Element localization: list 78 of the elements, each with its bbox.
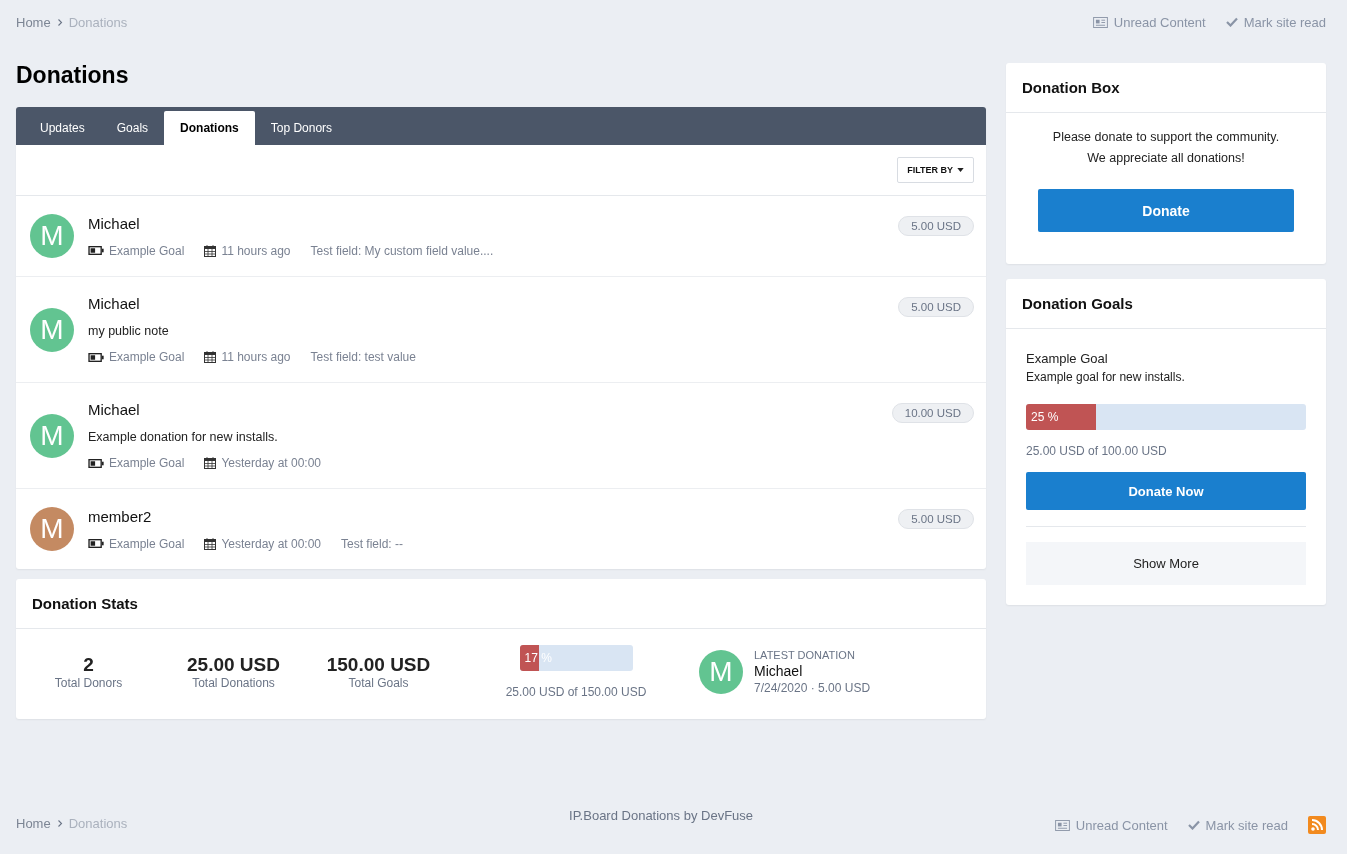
donation-meta: 7/24/2020 · 5.00 USD bbox=[754, 681, 871, 695]
stat-label: Total Donors bbox=[54, 676, 123, 690]
battery-icon bbox=[88, 352, 104, 362]
custom-field: Test field: test value bbox=[310, 350, 416, 364]
avatar: M bbox=[699, 650, 743, 694]
breadcrumb-link[interactable]: Home bbox=[16, 14, 51, 30]
amount-badge: 5.00 USD bbox=[898, 297, 974, 317]
goal-description: Example goal for new installs. bbox=[1026, 370, 1186, 384]
section-title: Donation Box bbox=[1006, 63, 1326, 113]
show-more-button[interactable]: Show More bbox=[1026, 542, 1306, 585]
newspaper-icon bbox=[1092, 16, 1108, 28]
donor-name: member2 bbox=[88, 507, 152, 525]
donation-time: Yesterday at 00:00 bbox=[221, 456, 321, 470]
avatar: M bbox=[30, 214, 74, 258]
caret-icon bbox=[957, 168, 964, 172]
donation-note: Example donation for new installs. bbox=[88, 430, 278, 444]
avatar: M bbox=[30, 413, 74, 458]
amount-badge: 10.00 USD bbox=[891, 403, 974, 423]
goal-label: Example Goal bbox=[109, 243, 185, 258]
stat-value: 2 bbox=[83, 654, 94, 676]
donation-note: my public note bbox=[88, 324, 169, 338]
custom-field: Test field: My custom field value.... bbox=[310, 243, 494, 258]
progress-label: 25 % bbox=[1031, 410, 1059, 424]
goal-label: Example Goal bbox=[109, 456, 185, 470]
footer-link[interactable]: Mark site read bbox=[1187, 817, 1288, 833]
goal-name: Example Goal bbox=[1026, 351, 1109, 366]
tab[interactable]: Updates bbox=[24, 111, 101, 145]
latest-heading: LATEST DONATION bbox=[754, 649, 856, 661]
stat-label: Total Goals bbox=[348, 676, 409, 690]
tab[interactable]: Top Donors bbox=[254, 111, 349, 145]
chevron-icon bbox=[56, 17, 63, 27]
stat-value: 25.00 USD bbox=[187, 654, 280, 676]
donate-message: Please donate to support the community. bbox=[1052, 129, 1280, 146]
progress-caption: 25.00 USD of 100.00 USD bbox=[1026, 444, 1168, 458]
avatar: M bbox=[30, 507, 74, 551]
calendar-icon bbox=[204, 457, 217, 469]
calendar-icon bbox=[204, 351, 217, 363]
donor-name: Michael bbox=[754, 663, 804, 679]
donate-now-button[interactable]: Donate Now bbox=[1026, 472, 1306, 510]
goal-label: Example Goal bbox=[109, 536, 185, 551]
newspaper-icon bbox=[1054, 819, 1070, 831]
donation-time: Yesterday at 00:00 bbox=[221, 536, 321, 551]
battery-icon bbox=[88, 458, 104, 468]
donation-time: 11 hours ago bbox=[221, 243, 291, 258]
chevron-icon bbox=[56, 819, 63, 828]
tab[interactable]: Goals bbox=[100, 111, 165, 145]
header-link[interactable]: Unread Content bbox=[1092, 14, 1206, 30]
page-title: Donations bbox=[16, 62, 130, 89]
donor-name: Michael bbox=[88, 214, 140, 232]
calendar-icon bbox=[204, 537, 217, 550]
checkmark-icon bbox=[1225, 17, 1238, 27]
custom-field: Test field: -- bbox=[341, 536, 404, 551]
progress-caption: 25.00 USD of 150.00 USD bbox=[505, 685, 647, 699]
amount-badge: 5.00 USD bbox=[898, 509, 974, 529]
donation-time: 11 hours ago bbox=[221, 350, 291, 364]
stat-value: 150.00 USD bbox=[326, 654, 431, 676]
donor-name: Michael bbox=[88, 401, 140, 418]
tab[interactable]: Donations bbox=[164, 111, 255, 145]
section-title: Donation Goals bbox=[1006, 279, 1326, 329]
calendar-icon bbox=[204, 244, 217, 257]
donate-message: We appreciate all donations! bbox=[1087, 150, 1245, 167]
breadcrumb-link[interactable]: Home bbox=[16, 816, 51, 831]
filter-button[interactable]: FILTER BY bbox=[897, 157, 974, 183]
footer-credit: IP.Board Donations by DevFuse bbox=[569, 808, 754, 823]
rss-icon[interactable] bbox=[1308, 816, 1326, 834]
battery-icon bbox=[88, 539, 104, 548]
section-title: Donation Stats bbox=[16, 579, 986, 629]
checkmark-icon bbox=[1187, 820, 1200, 830]
goal-label: Example Goal bbox=[109, 350, 185, 364]
stat-label: Total Donations bbox=[192, 676, 275, 690]
header-link[interactable]: Mark site read bbox=[1225, 14, 1326, 30]
progress-label: 17 % bbox=[524, 651, 552, 665]
footer-link[interactable]: Unread Content bbox=[1054, 817, 1168, 833]
battery-icon bbox=[88, 246, 104, 255]
avatar: M bbox=[30, 307, 74, 352]
donor-name: Michael bbox=[88, 295, 140, 312]
amount-badge: 5.00 USD bbox=[898, 216, 974, 236]
donate-button[interactable]: Donate bbox=[1038, 189, 1294, 232]
